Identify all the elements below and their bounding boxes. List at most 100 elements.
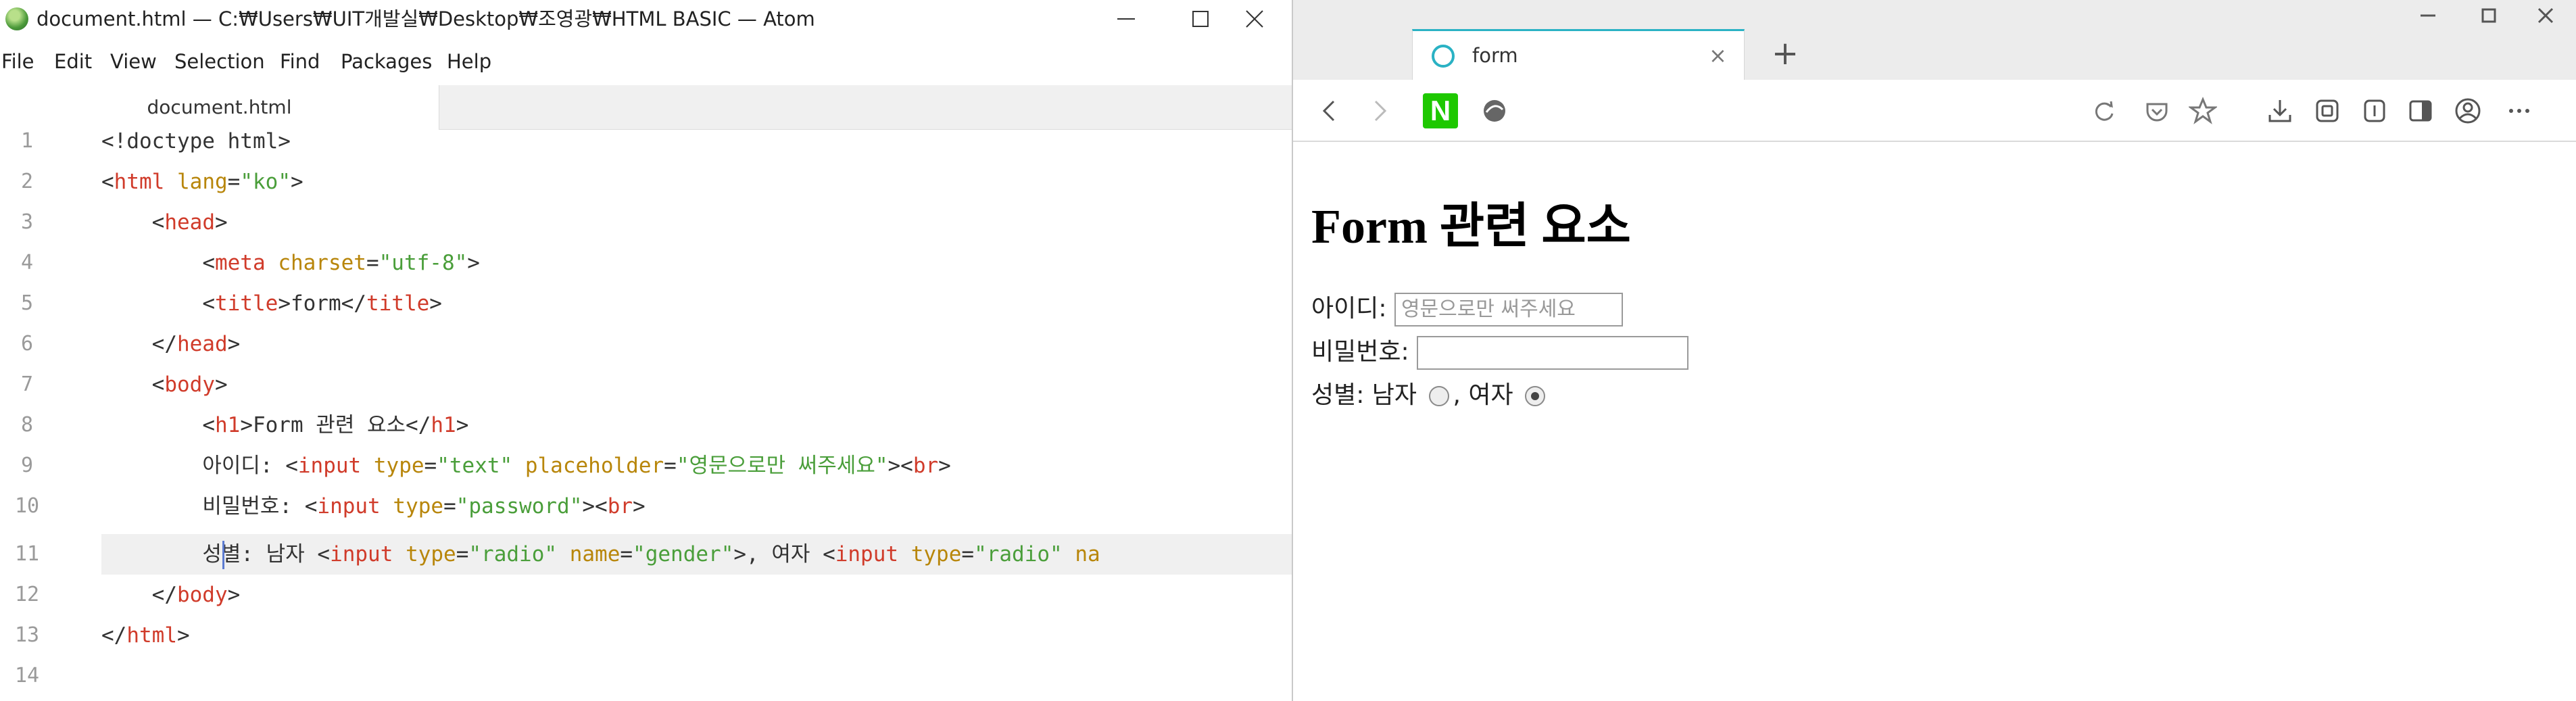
atom-app-icon — [5, 7, 28, 30]
maximize-icon — [2481, 8, 2496, 23]
editor-tab-bar: document.html — [0, 85, 1292, 130]
close-icon — [1246, 10, 1263, 28]
naver-home-button[interactable]: N — [1423, 93, 1458, 128]
account-icon[interactable] — [2449, 92, 2487, 130]
code-punct: > — [633, 494, 646, 518]
menu-selection[interactable]: Selection — [174, 38, 265, 85]
code-text: 비밀번호: — [202, 494, 305, 518]
info-icon[interactable] — [2356, 92, 2393, 130]
pocket-icon[interactable] — [2138, 92, 2176, 130]
atom-title-bar[interactable]: document.html — C:₩Users₩UIT개발실₩Desktop₩… — [0, 0, 1292, 38]
back-button[interactable] — [1311, 92, 1348, 130]
menu-help[interactable]: Help — [447, 38, 491, 85]
whale-icon[interactable] — [1476, 92, 1513, 130]
capture-icon[interactable] — [2308, 92, 2346, 130]
line-number: 6 — [20, 332, 34, 356]
browser-tab-label: form — [1472, 44, 1518, 67]
code-tag: input — [297, 454, 362, 478]
code-text: <!doctype html> — [101, 130, 291, 153]
reload-icon — [2095, 101, 2114, 121]
password-row: 비밀번호: — [1311, 332, 1689, 372]
forward-arrow-icon — [1374, 100, 1387, 122]
password-label: 비밀번호: — [1311, 338, 1409, 366]
gender-female-label: , 여자 — [1453, 381, 1513, 409]
browser-tab-strip[interactable]: form × + — [1293, 0, 2576, 80]
gender-female-radio[interactable] — [1525, 386, 1546, 406]
menu-view[interactable]: View — [110, 38, 157, 85]
menu-edit[interactable]: Edit — [54, 38, 92, 85]
line-number: 12 — [14, 583, 40, 606]
browser-maximize-button[interactable] — [2458, 0, 2519, 31]
tab-close-icon[interactable]: × — [1709, 31, 1727, 80]
editor-tab-label: document.html — [147, 96, 292, 118]
page-heading: Form 관련 요소 — [1311, 199, 1631, 253]
atom-editor-window: document.html — C:₩Users₩UIT개발실₩Desktop₩… — [0, 0, 1293, 701]
id-input[interactable]: 영문으로만 써주세요 — [1394, 293, 1623, 327]
browser-window: form × + N Form 관련 요소 아이디: 영문으로만 써주세요 비밀… — [1293, 0, 2576, 701]
code-punct: < — [823, 542, 835, 566]
close-button[interactable] — [1217, 0, 1292, 38]
code-punct: > — [214, 210, 228, 235]
password-input[interactable] — [1417, 336, 1689, 370]
gender-male-radio[interactable] — [1428, 386, 1449, 406]
line-number: 10 — [14, 494, 40, 518]
menu-file[interactable]: File — [1, 38, 34, 85]
code-tag: h1 — [431, 413, 456, 437]
text-cursor — [222, 541, 224, 569]
code-punct: > — [733, 542, 747, 566]
line-number: 14 — [14, 664, 40, 687]
code-tag: title — [214, 291, 278, 316]
code-punct: < — [285, 454, 298, 478]
line-number: 2 — [20, 170, 34, 193]
code-string: "password" — [456, 494, 583, 518]
bookmark-star-icon[interactable] — [2184, 92, 2222, 130]
code-line-6: </head> — [101, 324, 241, 364]
gender-row: 성별: 남자 , 여자 — [1311, 375, 1549, 416]
code-tag: title — [366, 291, 430, 316]
code-punct: > — [176, 623, 190, 648]
code-punct: = — [456, 542, 469, 566]
code-punct: < — [202, 413, 215, 437]
menu-packages[interactable]: Packages — [341, 38, 432, 85]
new-tab-button[interactable]: + — [1761, 29, 1809, 80]
code-punct: < — [304, 494, 318, 518]
minimize-button[interactable] — [1089, 0, 1163, 38]
menu-find[interactable]: Find — [280, 38, 320, 85]
code-punct: = — [443, 494, 456, 518]
reload-button[interactable] — [2085, 92, 2123, 130]
code-punct: >< — [888, 454, 913, 478]
more-menu-icon[interactable] — [2500, 92, 2538, 130]
download-icon[interactable] — [2261, 92, 2299, 130]
code-punct: = — [961, 542, 975, 566]
browser-tab-form[interactable]: form × — [1412, 29, 1745, 80]
forward-button[interactable] — [1361, 92, 1399, 130]
code-punct: = — [620, 542, 633, 566]
code-tag: br — [913, 454, 939, 478]
code-punct: < — [317, 542, 331, 566]
code-punct: > — [429, 291, 442, 316]
line-number: 3 — [20, 210, 34, 234]
menu-bar: File Edit View Selection Find Packages H… — [0, 38, 1292, 85]
browser-minimize-button[interactable] — [2398, 0, 2458, 31]
code-punct: = — [664, 454, 677, 478]
code-punct: > — [278, 291, 291, 316]
code-punct: </ — [101, 623, 127, 648]
code-string: "radio" — [974, 542, 1063, 566]
code-punct: > — [938, 454, 951, 478]
code-text: form — [290, 291, 341, 316]
code-editor[interactable]: 1 2 3 4 5 6 7 8 9 10 11 12 13 14 <!docty… — [0, 130, 1292, 701]
code-line-11: 성별: 남자 <input type="radio" name="gender"… — [101, 534, 1100, 575]
code-line-2: <html lang="ko"> — [101, 162, 303, 202]
code-punct: </ — [406, 413, 431, 437]
code-tag: html — [114, 170, 165, 194]
code-tag: html — [126, 623, 177, 648]
code-punct: < — [101, 170, 114, 194]
editor-tab-document[interactable]: document.html — [0, 85, 439, 130]
line-number: 7 — [20, 372, 34, 396]
sidebar-icon[interactable] — [2402, 92, 2439, 130]
back-arrow-icon — [1322, 100, 1335, 122]
code-attr: na — [1075, 542, 1100, 566]
browser-close-button[interactable] — [2515, 0, 2576, 31]
code-tag: input — [835, 542, 899, 566]
gender-label: 성별: 남자 — [1311, 381, 1417, 409]
